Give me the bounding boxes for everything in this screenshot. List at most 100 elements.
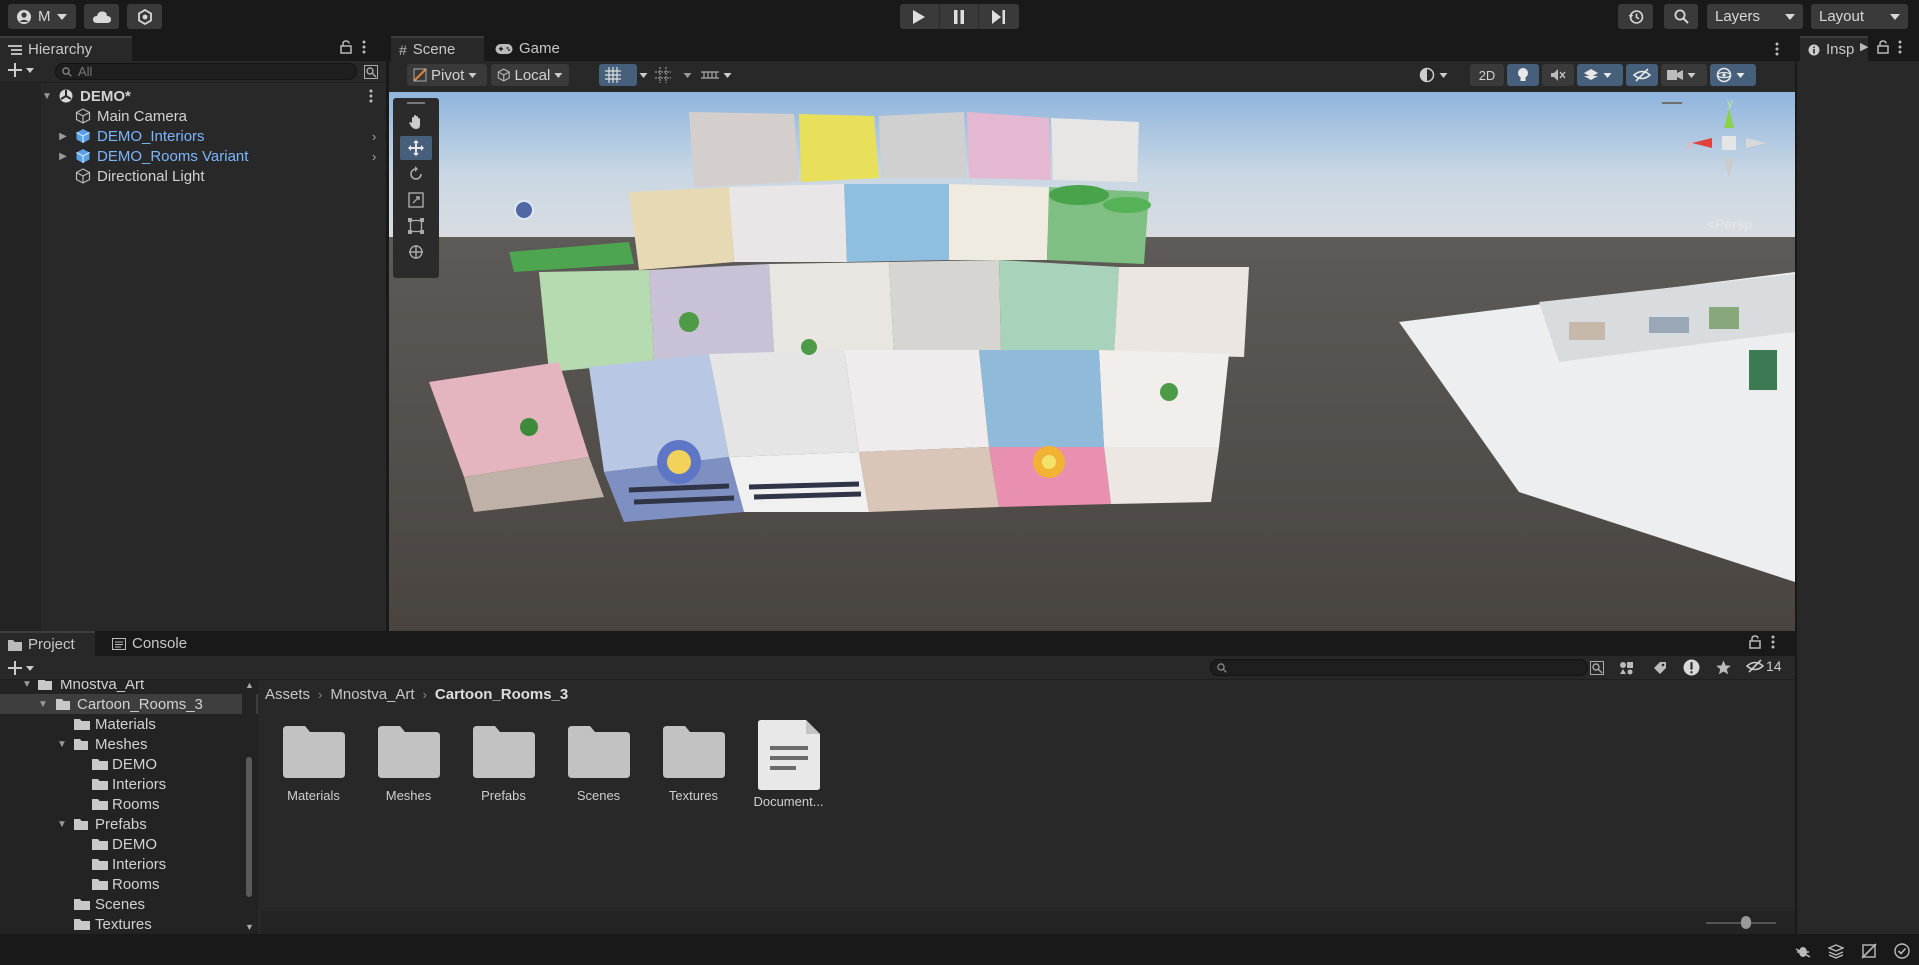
project-tree-item[interactable]: ▼ Cartoon_Rooms_3 [0, 694, 258, 714]
debug-bug-icon[interactable] [1795, 943, 1811, 959]
tab-inspector[interactable]: Insp [1800, 36, 1868, 61]
audio-toggle[interactable] [1542, 64, 1574, 86]
check-circle-icon[interactable] [1894, 943, 1910, 959]
orientation-gizmo[interactable]: y x <Persp [1662, 96, 1784, 232]
tab-game[interactable]: Game [487, 36, 568, 61]
grid-toggle[interactable] [599, 64, 637, 86]
tab-project[interactable]: Project [0, 631, 95, 656]
lock-icon[interactable] [340, 40, 352, 54]
lighting-toggle[interactable] [1507, 64, 1539, 86]
project-tree-item[interactable]: Materials [0, 714, 258, 734]
account-dropdown[interactable]: M [8, 4, 76, 29]
expand-arrow-icon[interactable]: ▶ [58, 131, 68, 142]
mode-2d-toggle[interactable]: 2D [1470, 64, 1504, 86]
scroll-down-arrow-icon[interactable]: ▼ [245, 922, 254, 932]
project-tree-item[interactable]: Scenes [0, 894, 258, 914]
kebab-menu-icon[interactable] [1771, 635, 1775, 649]
build-layers-icon[interactable] [1828, 943, 1844, 959]
scene-viewport[interactable]: y x <Persp [389, 92, 1795, 631]
asset-folder-scenes[interactable]: Scenes [551, 726, 646, 803]
pause-button[interactable] [940, 4, 980, 29]
label-tag-icon[interactable] [1653, 661, 1667, 675]
zoom-slider-thumb[interactable] [1741, 916, 1751, 929]
project-tree-item[interactable]: Rooms [0, 874, 258, 894]
create-asset-dropdown[interactable] [8, 661, 34, 675]
project-tree-item[interactable]: DEMO [0, 834, 258, 854]
scale-tool-button[interactable] [400, 188, 432, 212]
hierarchy-item-directional-light[interactable]: Directional Light [0, 166, 386, 186]
snap-toggle[interactable] [649, 64, 687, 86]
expand-arrow-icon[interactable]: ▶ [58, 151, 68, 162]
create-dropdown[interactable] [8, 63, 34, 77]
tab-scene[interactable]: # Scene [391, 36, 484, 61]
play-button[interactable] [900, 4, 940, 29]
hierarchy-item-demo-interiors[interactable]: ▶ DEMO_Interiors › [0, 126, 386, 146]
step-button[interactable] [979, 4, 1019, 29]
hidden-objects-toggle[interactable] [1626, 64, 1658, 86]
move-tool-button[interactable] [400, 136, 432, 160]
cloud-button[interactable] [84, 4, 119, 29]
hand-tool-button[interactable] [400, 110, 432, 134]
kebab-menu-icon[interactable] [369, 89, 373, 103]
project-tree-item[interactable]: DEMO [0, 754, 258, 774]
search-button[interactable] [1664, 4, 1698, 29]
hierarchy-item-demo-rooms-variant[interactable]: ▶ DEMO_Rooms Variant › [0, 146, 386, 166]
hierarchy-item-main-camera[interactable]: Main Camera [0, 106, 386, 126]
filter-by-type-icon[interactable] [1619, 661, 1634, 675]
search-by-type-icon[interactable] [1590, 661, 1604, 675]
project-tree-item[interactable]: Interiors [0, 854, 258, 874]
expand-arrow-icon[interactable]: ▼ [57, 739, 67, 750]
asset-folder-prefabs[interactable]: Prefabs [456, 726, 551, 803]
tab-hierarchy[interactable]: Hierarchy [0, 36, 132, 61]
no-network-icon[interactable] [1861, 943, 1877, 959]
project-tree-item[interactable]: ▼ Prefabs [0, 814, 258, 834]
asset-zoom-slider[interactable] [261, 911, 1795, 934]
scene-render[interactable] [389, 92, 1795, 631]
project-tree-item[interactable]: ▼ Meshes [0, 734, 258, 754]
persp-label[interactable]: <Persp [1707, 216, 1752, 232]
favorite-star-icon[interactable] [1716, 660, 1731, 675]
lock-icon[interactable] [1749, 635, 1761, 649]
camera-settings-dropdown[interactable] [1661, 64, 1707, 86]
asset-folder-meshes[interactable]: Meshes [361, 726, 456, 803]
chevron-right-icon[interactable]: › [372, 129, 376, 144]
project-tree-item[interactable]: Rooms [0, 794, 258, 814]
tab-console[interactable]: Console [104, 631, 195, 656]
chevron-down-icon[interactable] [683, 73, 692, 78]
draw-mode-dropdown[interactable] [1413, 64, 1459, 86]
project-tree-item[interactable]: Textures [0, 914, 258, 934]
chevron-right-icon[interactable]: ▶ [1860, 40, 1868, 54]
breadcrumb-item[interactable]: Assets [265, 686, 310, 703]
expand-arrow-icon[interactable]: ▼ [22, 680, 32, 690]
chevron-right-icon[interactable]: › [372, 149, 376, 164]
hierarchy-item-scene[interactable]: ▼ DEMO* [0, 86, 386, 106]
layers-dropdown[interactable]: Layers [1707, 4, 1803, 29]
layout-dropdown[interactable]: Layout [1811, 4, 1908, 29]
asset-folder-materials[interactable]: Materials [266, 726, 361, 803]
local-dropdown[interactable]: Local [491, 64, 569, 86]
asset-document[interactable]: Document... [741, 720, 836, 809]
project-tree-item[interactable]: Interiors [0, 774, 258, 794]
services-button[interactable] [127, 4, 162, 29]
effects-dropdown[interactable] [1577, 64, 1623, 86]
rect-tool-button[interactable] [400, 214, 432, 238]
kebab-menu-icon[interactable] [362, 40, 366, 54]
kebab-menu-icon[interactable] [1775, 42, 1779, 56]
hierarchy-search-input[interactable]: All [55, 63, 357, 80]
gizmos-dropdown[interactable] [1710, 64, 1756, 86]
project-tree-item[interactable]: ▼ Mnostva_Art [0, 680, 258, 694]
increment-snap-toggle[interactable] [695, 64, 741, 86]
breadcrumb-item[interactable]: Mnostva_Art [330, 686, 414, 703]
tree-scrollbar[interactable]: ▲ ▼ [242, 680, 256, 934]
kebab-menu-icon[interactable] [1898, 40, 1902, 54]
project-search-input[interactable] [1210, 659, 1588, 676]
pivot-dropdown[interactable]: Pivot [407, 64, 487, 86]
lock-icon[interactable] [1877, 40, 1890, 54]
search-by-type-icon[interactable] [364, 65, 378, 79]
scrollbar-thumb[interactable] [246, 757, 252, 897]
expand-arrow-icon[interactable]: ▼ [57, 819, 67, 830]
expand-arrow-icon[interactable]: ▼ [42, 91, 52, 102]
rotate-tool-button[interactable] [400, 162, 432, 186]
warning-icon[interactable] [1683, 659, 1700, 676]
asset-folder-textures[interactable]: Textures [646, 726, 741, 803]
